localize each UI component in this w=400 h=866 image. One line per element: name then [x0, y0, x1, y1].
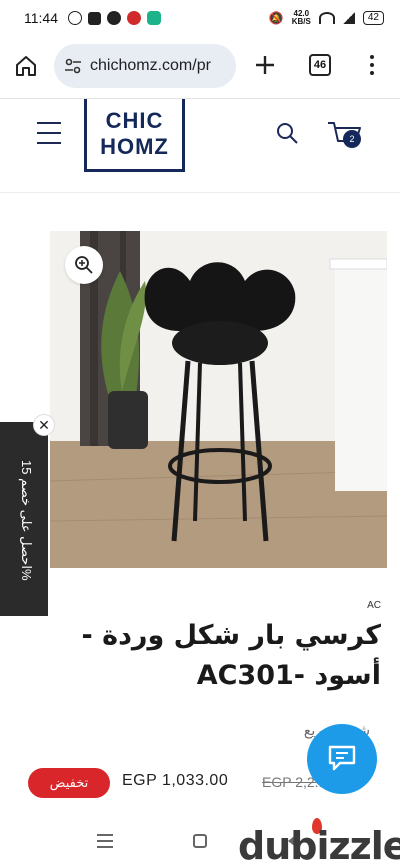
url-text: chichomz.com/pr: [90, 57, 211, 74]
wifi-icon: [318, 12, 335, 24]
pinterest-icon: [107, 11, 121, 25]
facebook-icon: [88, 11, 101, 25]
cart-count-badge: 2: [343, 130, 361, 148]
product-title-line-1: كرسي بار شكل وردة -: [81, 620, 381, 651]
promo-text[interactable]: احصل على خصم 15%: [14, 430, 34, 610]
notification-icons: [68, 11, 161, 25]
whatsapp-icon: [68, 11, 82, 25]
messaging-app-icon: [147, 11, 161, 25]
sale-badge: تخفيض: [28, 768, 110, 798]
product-title-line-2: أسود -AC301: [196, 660, 381, 691]
app-notification-icon: [127, 11, 141, 25]
mute-icon: 🔕: [268, 11, 284, 25]
status-time: 11:44: [24, 10, 58, 26]
more-icon-dot: [370, 71, 374, 75]
tabs-button[interactable]: 46: [309, 54, 331, 76]
more-menu-button[interactable]: [364, 52, 380, 78]
battery-indicator: 42: [362, 11, 384, 25]
address-bar[interactable]: chichomz.com/pr: [54, 44, 236, 88]
new-tab-button[interactable]: [252, 52, 278, 78]
menu-icon[interactable]: [37, 122, 61, 144]
chat-button[interactable]: [307, 724, 377, 794]
more-icon-dot: [370, 63, 374, 67]
product-image[interactable]: [50, 231, 387, 568]
system-icons: 🔕 42.0 KB/S 42: [269, 10, 384, 26]
site-header: CHIC HOMZ: [0, 99, 400, 193]
network-speed-unit: KB/S: [291, 17, 311, 26]
more-icon-dot: [370, 55, 374, 59]
tune-icon[interactable]: [64, 57, 82, 75]
zoom-icon: [75, 256, 93, 274]
recents-button[interactable]: [97, 834, 113, 848]
product-title: كرسي بار شكل وردة - أسود -AC301: [51, 616, 381, 696]
logo-line-2: HOMZ: [100, 134, 169, 159]
zoom-button[interactable]: [65, 246, 103, 284]
logo-line-1: CHIC: [105, 108, 164, 133]
site-logo[interactable]: CHIC HOMZ: [84, 99, 185, 172]
chat-icon: [328, 745, 356, 771]
bar-stool-photo: [50, 231, 387, 568]
status-bar: 11:44 🔕 42.0 KB/S 42: [0, 0, 400, 36]
home-nav-button[interactable]: [193, 834, 207, 848]
current-price: EGP 1,033.00: [122, 772, 229, 789]
home-icon[interactable]: [14, 54, 38, 78]
search-icon[interactable]: [275, 121, 299, 145]
dubizzle-watermark: dubizzle: [238, 824, 400, 866]
promo-close-button[interactable]: ✕: [33, 414, 55, 436]
browser-toolbar: chichomz.com/pr 46: [0, 38, 400, 94]
product-brand[interactable]: AC: [367, 600, 381, 611]
network-speed: 42.0 KB/S: [292, 10, 311, 26]
signal-icon: [342, 12, 355, 24]
